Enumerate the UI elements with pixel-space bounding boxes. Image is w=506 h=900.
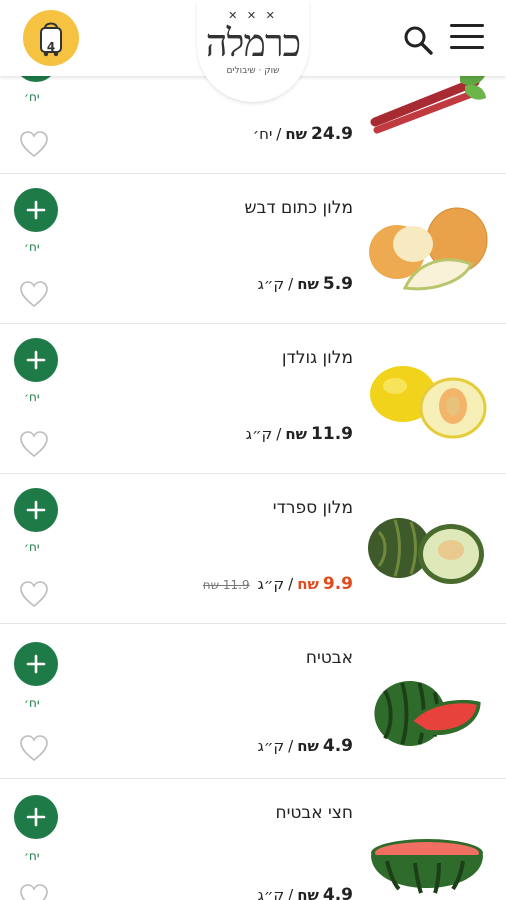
add-unit-label: יח׳ xyxy=(24,696,40,710)
favorite-heart-icon[interactable] xyxy=(19,280,49,308)
add-to-cart-button[interactable] xyxy=(14,488,58,532)
logo-text: כרמלה xyxy=(205,21,301,65)
product-card[interactable]: חצי אבטיח 4.9 שח / ק״ג יח׳ xyxy=(0,779,506,900)
price-unit: יח׳ xyxy=(252,125,273,143)
price-value: 11.9 xyxy=(311,424,353,444)
favorite-heart-icon[interactable] xyxy=(19,430,49,458)
plus-icon xyxy=(26,807,46,827)
price-currency: שח xyxy=(285,125,308,143)
product-card[interactable]: אבטיח 4.9 שח / ק״ג יח׳ xyxy=(0,624,506,779)
hamburger-menu-button[interactable] xyxy=(450,24,484,54)
cart-count-badge: 4 xyxy=(46,40,56,54)
add-to-cart-button[interactable] xyxy=(14,642,58,686)
add-unit-label: יח׳ xyxy=(24,849,40,863)
product-price: 4.9 שח / ק״ג xyxy=(258,736,353,756)
add-unit-label: יח׳ xyxy=(24,90,40,104)
product-price: 5.9 שח / ק״ג xyxy=(258,274,353,294)
add-to-cart-button[interactable] xyxy=(14,188,58,232)
price-unit: ק״ג xyxy=(245,425,273,443)
price-unit: ק״ג xyxy=(257,886,285,900)
plus-icon xyxy=(26,350,46,370)
search-button[interactable] xyxy=(402,24,434,56)
add-to-cart-button[interactable] xyxy=(14,795,58,839)
product-card[interactable]: מלון ספרדי 9.9 שח / ק״ג 11.9 שח יח׳ xyxy=(0,474,506,624)
add-to-cart-button[interactable] xyxy=(14,338,58,382)
price-currency: שח xyxy=(297,737,319,755)
favorite-heart-icon[interactable] xyxy=(19,883,49,900)
product-price: 24.9 שח / יח׳ xyxy=(253,124,353,144)
product-card[interactable]: מלון כתום דבש 5.9 שח / ק״ג יח׳ xyxy=(0,174,506,324)
add-unit-label: יח׳ xyxy=(24,540,40,554)
product-image-orange-honey-melon xyxy=(369,207,488,291)
search-icon xyxy=(404,26,433,55)
product-image-watermelon xyxy=(374,680,481,746)
price-separator: / xyxy=(288,575,294,593)
favorite-heart-icon[interactable] xyxy=(19,580,49,608)
price-separator: / xyxy=(276,425,282,443)
price-value: 9.9 xyxy=(322,574,353,594)
price-separator: / xyxy=(288,737,294,755)
logo-subtitle: שוק · שיבולים xyxy=(226,66,280,76)
plus-icon xyxy=(26,500,46,520)
product-image-spanish-melon xyxy=(368,518,484,584)
price-currency: שח xyxy=(297,575,319,593)
favorite-heart-icon[interactable] xyxy=(19,734,49,762)
price-unit: ק״ג xyxy=(257,737,285,755)
price-value: 4.9 xyxy=(322,736,353,756)
price-unit: ק״ג xyxy=(257,275,285,293)
plus-icon xyxy=(26,200,46,220)
product-price: 11.9 שח / ק״ג xyxy=(246,424,353,444)
product-name: חצי אבטיח xyxy=(275,803,353,823)
price-currency: שח xyxy=(285,425,308,443)
price-separator: / xyxy=(288,275,294,293)
product-card[interactable]: מלון גולדן 11.9 שח / ק״ג יח׳ xyxy=(0,324,506,474)
product-name: מלון כתום דבש xyxy=(244,198,353,218)
product-price: 9.9 שח / ק״ג 11.9 שח xyxy=(203,574,353,594)
price-unit: ק״ג xyxy=(257,575,285,593)
product-image-golden-melon xyxy=(370,366,487,439)
product-price: 4.9 שח / ק״ג xyxy=(258,885,353,900)
price-value: 4.9 xyxy=(322,885,353,900)
product-name: אבטיח xyxy=(305,648,353,668)
hamburger-menu-icon xyxy=(450,24,484,27)
hamburger-menu-icon xyxy=(450,46,484,49)
plus-icon xyxy=(26,654,46,674)
price-separator: / xyxy=(288,886,294,900)
price-currency: שח xyxy=(297,275,319,293)
old-price: 11.9 שח xyxy=(202,578,250,592)
price-currency: שח xyxy=(297,886,319,900)
product-image-half-watermelon xyxy=(371,839,483,894)
add-unit-label: יח׳ xyxy=(24,240,40,254)
price-separator: / xyxy=(276,125,282,143)
price-value: 24.9 xyxy=(311,124,353,144)
product-name: מלון גולדן xyxy=(281,348,353,368)
hamburger-menu-icon xyxy=(450,35,484,38)
price-value: 5.9 xyxy=(322,274,353,294)
cart-button[interactable]: 4 xyxy=(23,10,79,66)
add-unit-label: יח׳ xyxy=(24,390,40,404)
product-name: מלון ספרדי xyxy=(272,498,353,518)
favorite-heart-icon[interactable] xyxy=(19,130,49,158)
